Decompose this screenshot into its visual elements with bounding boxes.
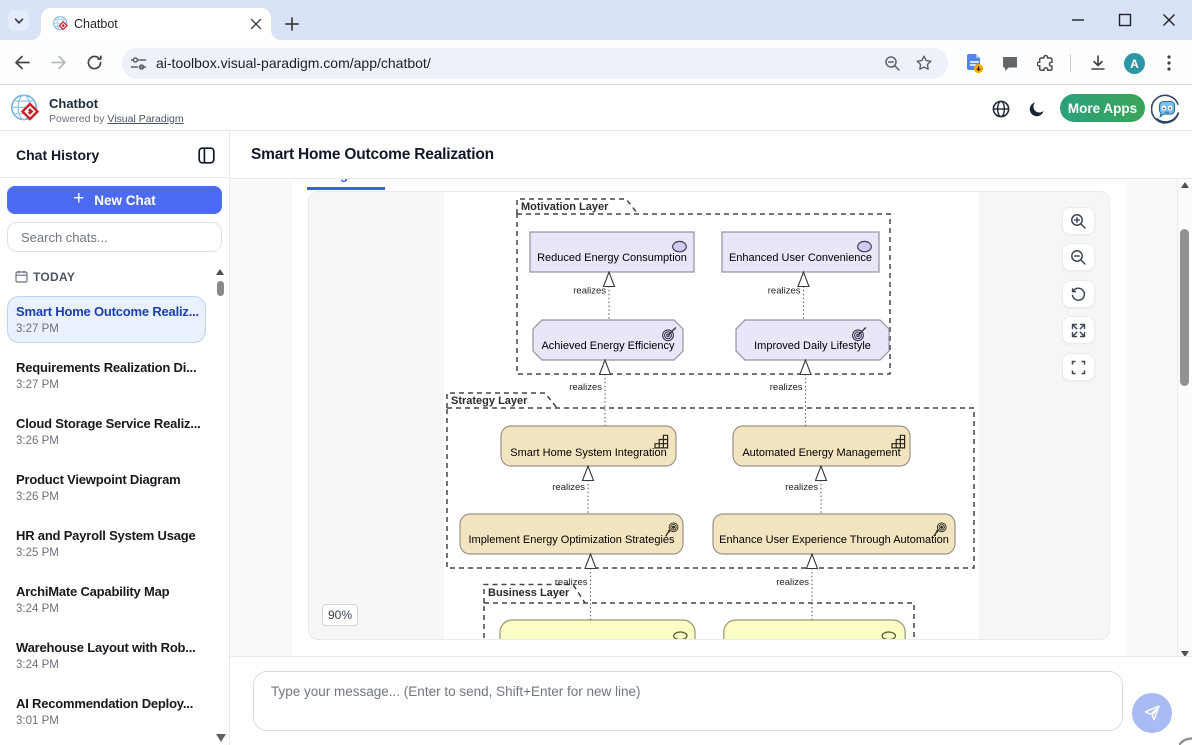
svg-text:realizes: realizes — [768, 286, 801, 297]
svg-text:Achieved Energy Efficiency: Achieved Energy Efficiency — [541, 340, 675, 352]
svg-text:realizes: realizes — [776, 577, 809, 588]
svg-text:Smart Home System Integration: Smart Home System Integration — [510, 447, 667, 459]
svg-text:Enhanced User Convenience: Enhanced User Convenience — [729, 252, 872, 264]
svg-text:realizes: realizes — [552, 482, 585, 493]
svg-text:realizes: realizes — [569, 382, 602, 393]
svg-text:Motivation Layer: Motivation Layer — [521, 201, 609, 213]
svg-text:Business Layer: Business Layer — [488, 587, 570, 599]
svg-text:realizes: realizes — [785, 482, 818, 493]
svg-text:Enhance User Experience Throug: Enhance User Experience Through Automati… — [719, 534, 949, 546]
svg-text:realizes: realizes — [573, 286, 606, 297]
svg-text:realizes: realizes — [770, 382, 803, 393]
svg-text:Strategy Layer: Strategy Layer — [451, 395, 528, 407]
svg-text:Reduced Energy Consumption: Reduced Energy Consumption — [537, 252, 687, 264]
svg-text:realizes: realizes — [555, 577, 588, 588]
svg-text:Automated Energy Management: Automated Energy Management — [742, 447, 900, 459]
svg-text:Improved Daily Lifestyle: Improved Daily Lifestyle — [754, 340, 871, 352]
svg-text:Implement Energy Optimization: Implement Energy Optimization Strategies — [468, 534, 675, 546]
